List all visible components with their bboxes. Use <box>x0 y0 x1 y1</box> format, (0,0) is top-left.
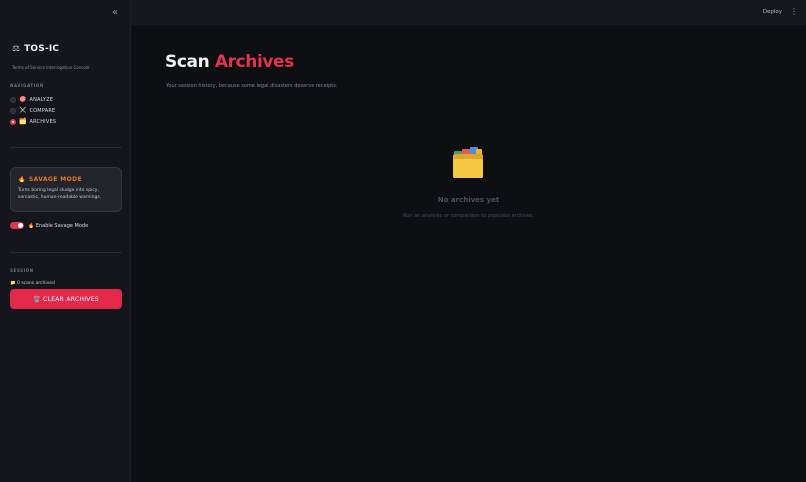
savage-mode-toggle[interactable] <box>10 222 24 229</box>
savage-mode-description: Turns boring legal sludge into spicy, sa… <box>18 188 102 200</box>
session-section-label: SESSION <box>10 268 34 273</box>
empty-state-title: No archives yet <box>437 196 500 204</box>
clear-archives-button[interactable]: 🗑️ CLEAR ARCHIVES <box>10 289 122 309</box>
scales-icon: ⚖ <box>12 44 21 54</box>
scan-count: 📁 0 scans archived <box>10 281 55 286</box>
radio-compare[interactable] <box>10 107 16 114</box>
nav-item-analyze[interactable]: 🎯 ANALYZE <box>10 95 53 104</box>
top-bar: Deploy ⋮ <box>131 0 806 25</box>
deploy-button[interactable]: Deploy <box>763 9 782 15</box>
nav-label-compare: COMPARE <box>29 107 56 114</box>
page-title-part2: Archives <box>214 52 294 72</box>
nav-label-analyze: ANALYZE <box>29 96 54 103</box>
crossed-swords-icon: ⚔️ <box>19 106 27 114</box>
savage-mode-title: 🔥 SAVAGE MODE <box>18 176 114 183</box>
page-title: Scan Archives <box>165 52 294 72</box>
nav-label-archives: ARCHIVES <box>29 118 57 125</box>
savage-mode-toggle-row[interactable]: 🔥 Enable Savage Mode <box>10 222 88 229</box>
more-menu-icon[interactable]: ⋮ <box>790 7 798 17</box>
brand-subtitle: Terms of Service Interrogation Console <box>12 65 90 70</box>
savage-mode-card: 🔥 SAVAGE MODE Turns boring legal sludge … <box>10 167 122 212</box>
divider <box>10 147 122 148</box>
nav-section-label: NAVIGATION <box>10 83 44 88</box>
page-title-part1: Scan <box>165 52 210 72</box>
app-root: « ⚖ TOS-IC Terms of Service Interrogatio… <box>0 0 806 482</box>
radio-archives[interactable] <box>10 118 16 125</box>
nav-item-compare[interactable]: ⚔️ COMPARE <box>10 106 55 115</box>
page-subtitle: Your session history, because some legal… <box>166 83 338 89</box>
savage-mode-toggle-label: 🔥 Enable Savage Mode <box>28 222 89 229</box>
card-index-dividers-icon: 🗂️ <box>19 117 27 125</box>
savage-mode-label: SAVAGE MODE <box>28 176 82 183</box>
empty-state-subtitle: Run an analysis or comparison to populat… <box>402 213 535 219</box>
fire-icon: 🔥 <box>18 176 26 183</box>
main-content: Scan Archives Your session history, beca… <box>131 25 806 482</box>
collapse-sidebar-icon[interactable]: « <box>109 7 121 19</box>
brand-title: TOS-IC <box>24 44 60 54</box>
target-icon: 🎯 <box>19 95 27 103</box>
divider <box>10 252 122 253</box>
nav-item-archives[interactable]: 🗂️ ARCHIVES <box>10 117 56 126</box>
radio-analyze[interactable] <box>10 96 16 103</box>
card-index-dividers-icon <box>453 147 483 178</box>
sidebar: « ⚖ TOS-IC Terms of Service Interrogatio… <box>0 0 131 482</box>
brand: ⚖ TOS-IC <box>12 44 59 54</box>
